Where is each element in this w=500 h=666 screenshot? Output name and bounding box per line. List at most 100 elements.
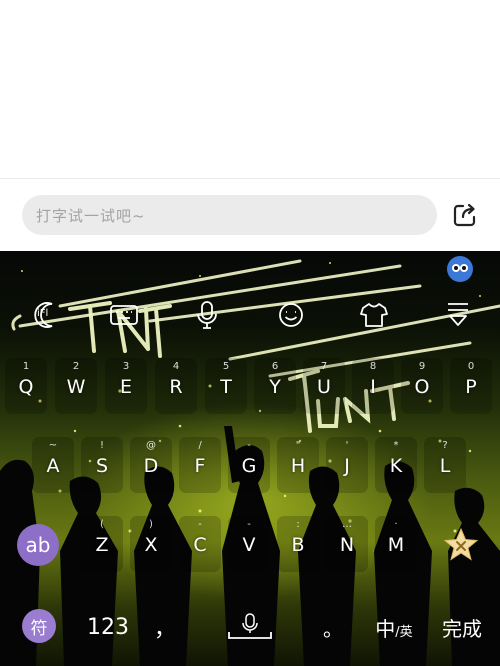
key-p[interactable]: 0P	[450, 358, 492, 414]
star-delete-icon	[443, 527, 479, 561]
key-label: P	[465, 376, 477, 398]
space-mic-icon	[228, 613, 272, 639]
lang-en-label: /英	[395, 624, 413, 640]
key-hint: !	[99, 440, 104, 451]
keyboard-icon	[110, 305, 138, 325]
key-label: N	[339, 534, 355, 556]
key-y[interactable]: 6Y	[254, 358, 296, 414]
key-h[interactable]: " H	[277, 437, 319, 493]
key-label: A	[46, 455, 60, 477]
key-hint: )	[149, 519, 153, 530]
key-a[interactable]: ~ A	[32, 437, 74, 493]
key-label: W	[66, 376, 86, 398]
numeric-key-label: 123	[87, 614, 129, 640]
key-hint: /	[198, 440, 202, 451]
keyboard: iFl 1 Q 2 W 3 E 4 R 5 T 6 Y 7 U 8 I 9 O …	[0, 251, 500, 666]
key-label: M	[387, 534, 405, 556]
key-g[interactable]: -G	[228, 437, 270, 493]
case-key-label: ab	[25, 533, 51, 557]
key-label: S	[95, 455, 109, 477]
key-hint: '	[345, 440, 349, 451]
key-hint: ·	[394, 519, 398, 530]
key-i[interactable]: 8I	[352, 358, 394, 414]
key-r[interactable]: 4R	[155, 358, 197, 414]
hide-keyboard-button[interactable]	[438, 295, 478, 335]
key-label: L	[439, 455, 451, 477]
key-label: Y	[269, 376, 281, 398]
key-c[interactable]: -C	[179, 516, 221, 572]
key-b[interactable]: :B	[277, 516, 319, 572]
key-n[interactable]: … N	[326, 516, 368, 572]
ifly-logo-label: iFl	[37, 308, 49, 319]
key-hint: *	[393, 440, 399, 451]
key-hint: -	[247, 440, 251, 451]
key-label: C	[193, 534, 207, 556]
key-z[interactable]: (Z	[81, 516, 123, 572]
done-button[interactable]: 完成	[432, 599, 492, 655]
shift-case-key[interactable]: ab	[17, 524, 59, 566]
key-hint: 2	[72, 361, 80, 372]
key-hint: …	[342, 519, 352, 530]
symbol-key-label: 符	[30, 618, 48, 639]
keyboard-switch-button[interactable]	[104, 295, 144, 335]
space-key[interactable]	[208, 599, 292, 655]
key-u[interactable]: 7U	[303, 358, 345, 414]
key-label: R	[169, 376, 183, 398]
language-switch-key[interactable]: 中/英	[366, 599, 422, 655]
key-label: J	[344, 455, 350, 477]
key-m[interactable]: · M	[375, 516, 417, 572]
key-hint: 5	[222, 361, 230, 372]
symbol-key[interactable]: 符	[22, 609, 56, 643]
key-hint: 3	[122, 361, 130, 372]
key-w[interactable]: 2W	[55, 358, 97, 414]
skin-button[interactable]	[354, 295, 394, 335]
key-l[interactable]: ? L	[424, 437, 466, 493]
key-label: U	[317, 376, 331, 398]
voice-input-button[interactable]	[187, 295, 227, 335]
message-input-placeholder: 打字试一试吧~	[36, 206, 146, 225]
key-hint: 8	[369, 361, 377, 372]
numeric-key[interactable]: 123	[80, 599, 136, 655]
key-hint: "	[295, 440, 301, 451]
key-o[interactable]: 9O	[401, 358, 443, 414]
share-button[interactable]	[450, 200, 480, 230]
microphone-icon	[197, 301, 217, 329]
skin-tshirt-icon	[360, 303, 388, 327]
key-k[interactable]: * K	[375, 437, 417, 493]
key-e[interactable]: 3E	[105, 358, 147, 414]
key-label: X	[144, 534, 158, 556]
emoji-icon	[279, 303, 303, 327]
key-f[interactable]: / F	[179, 437, 221, 493]
key-hint: :	[296, 519, 300, 530]
emoji-button[interactable]	[271, 295, 311, 335]
key-hint: -	[198, 519, 202, 530]
key-q[interactable]: 1Q	[5, 358, 47, 414]
ifly-logo-button[interactable]: iFl	[25, 295, 65, 335]
key-hint: ?	[442, 440, 448, 451]
share-out-icon	[453, 203, 476, 227]
key-j[interactable]: ' J	[326, 437, 368, 493]
key-d[interactable]: @ D	[130, 437, 172, 493]
key-hint: 4	[172, 361, 180, 372]
assistant-face-icon[interactable]	[447, 256, 473, 282]
key-label: G	[241, 455, 257, 477]
period-key[interactable]: 。	[318, 599, 348, 655]
hide-keyboard-icon	[448, 303, 468, 326]
content-area	[0, 0, 500, 178]
assistant-face-glyph	[452, 264, 468, 272]
key-hint: 6	[271, 361, 279, 372]
key-t[interactable]: 5T	[205, 358, 247, 414]
input-bar: 打字试一试吧~	[0, 179, 500, 251]
key-label: H	[290, 455, 306, 477]
comma-key[interactable]: ，	[150, 599, 180, 655]
key-label: F	[194, 455, 206, 477]
key-label: K	[389, 455, 403, 477]
key-hint: -	[247, 519, 251, 530]
key-hint: ~	[48, 440, 58, 451]
key-x[interactable]: ) X	[130, 516, 172, 572]
key-s[interactable]: ! S	[81, 437, 123, 493]
delete-key[interactable]	[442, 526, 480, 564]
key-v[interactable]: -V	[228, 516, 270, 572]
message-input[interactable]: 打字试一试吧~	[22, 195, 437, 235]
key-label: Q	[18, 376, 34, 398]
